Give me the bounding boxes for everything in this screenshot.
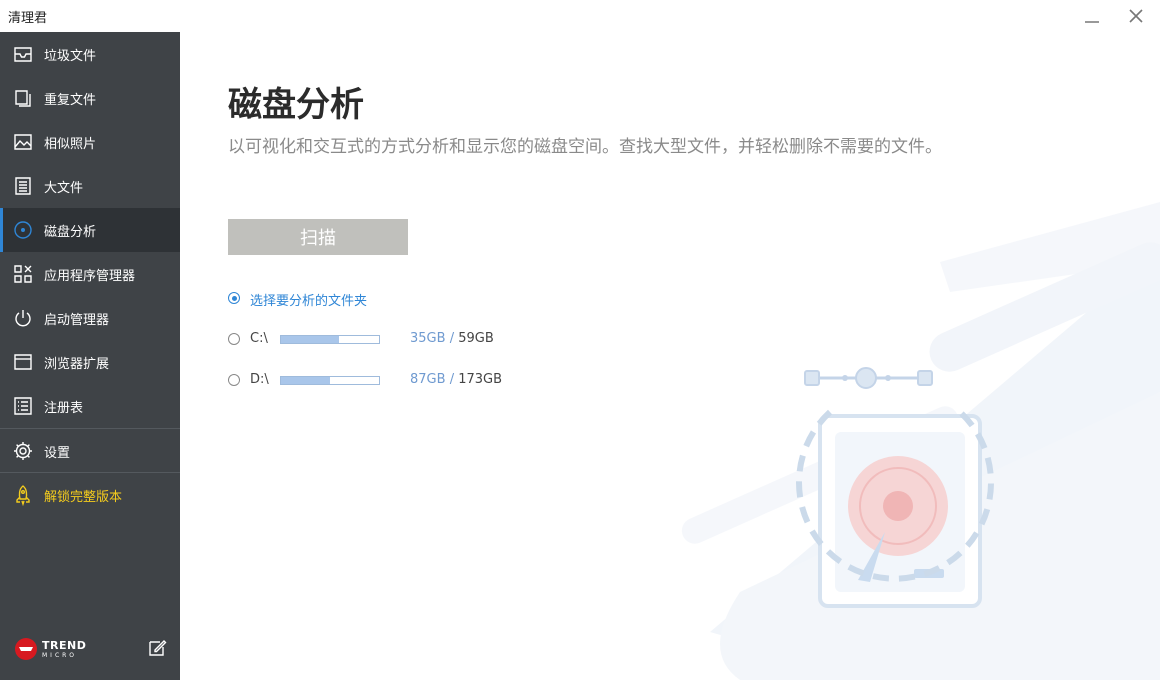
scan-button[interactable]: 扫描: [228, 219, 408, 255]
drive-usage-separator: /: [449, 331, 455, 346]
sidebar-item-label: 启动管理器: [44, 313, 110, 328]
drive-usage-fill: [281, 377, 330, 384]
trend-micro-logo-icon: [15, 638, 37, 660]
sidebar-item-label: 解锁完整版本: [44, 490, 123, 505]
drive-used: 87GB: [410, 372, 446, 387]
radio-button[interactable]: [228, 292, 240, 304]
sidebar-item-label: 重复文件: [44, 93, 97, 108]
sidebar-item-disk-analysis[interactable]: 磁盘分析: [0, 208, 180, 252]
sidebar-item-label: 应用程序管理器: [44, 269, 136, 284]
sidebar-item-label: 大文件: [44, 181, 84, 196]
drive-usage-text: 35GB / 59GB: [410, 331, 494, 346]
photo-icon: [14, 134, 32, 150]
minimize-icon: [1085, 21, 1099, 23]
page-title: 磁盘分析: [228, 85, 364, 125]
sidebar-item-browser-extensions[interactable]: 浏览器扩展: [0, 340, 180, 384]
radio-button[interactable]: [228, 374, 240, 386]
radio-button[interactable]: [228, 333, 240, 345]
browser-window-icon: [14, 354, 32, 370]
drive-total: 59GB: [458, 331, 494, 346]
sidebar-item-similar-photos[interactable]: 相似照片: [0, 120, 180, 164]
drive-used: 35GB: [410, 331, 446, 346]
sidebar-item-label: 垃圾文件: [44, 49, 97, 64]
duplicate-icon: [15, 90, 31, 107]
trend-micro-logo: TREND MICRO: [14, 634, 86, 664]
drive-total: 173GB: [458, 372, 503, 387]
drive-usage-bar: [280, 335, 380, 344]
sidebar-item-unlock-full-version[interactable]: 解锁完整版本: [0, 473, 180, 517]
feedback-button[interactable]: [146, 637, 168, 659]
minimize-button[interactable]: [1078, 4, 1106, 28]
disk-icon: [14, 221, 32, 239]
brand-line2: MICRO: [42, 651, 78, 659]
sidebar-item-registry[interactable]: 注册表: [0, 384, 180, 428]
inbox-tray-icon: [14, 47, 32, 62]
rocket-icon: [16, 485, 30, 506]
list-icon: [14, 397, 32, 415]
sidebar-item-settings[interactable]: 设置: [0, 429, 180, 473]
sidebar-item-junk-files[interactable]: 垃圾文件: [0, 32, 180, 76]
drive-usage-separator: /: [449, 372, 455, 387]
sidebar-item-label: 磁盘分析: [44, 225, 97, 240]
drive-usage-bar: [280, 376, 380, 385]
brand-line1: TREND: [42, 638, 87, 652]
sidebar-item-label: 设置: [44, 446, 71, 461]
drive-label: C:\: [250, 331, 268, 346]
sidebar-item-duplicate-files[interactable]: 重复文件: [0, 76, 180, 120]
drive-label: D:\: [250, 372, 269, 387]
main-content: 磁盘分析 以可视化和交互式的方式分析和显示您的磁盘空间。查找大型文件，并轻松删除…: [180, 32, 1160, 680]
sidebar-item-label: 相似照片: [44, 137, 97, 152]
drive-usage-text: 87GB / 173GB: [410, 372, 502, 387]
sidebar: 垃圾文件 重复文件 相似照片 大文件 磁盘分析 应用程序管理器 启动管理器 浏览…: [0, 32, 180, 680]
sidebar-item-label: 浏览器扩展: [44, 357, 110, 372]
sidebar-item-app-manager[interactable]: 应用程序管理器: [0, 252, 180, 296]
close-icon: [1129, 9, 1143, 23]
sidebar-item-large-files[interactable]: 大文件: [0, 164, 180, 208]
app-title: 清理君: [8, 11, 48, 26]
apps-grid-icon: [14, 265, 32, 283]
page-subtitle: 以可视化和交互式的方式分析和显示您的磁盘空间。查找大型文件，并轻松删除不需要的文…: [228, 137, 942, 157]
power-icon: [15, 310, 31, 327]
drive-usage-fill: [281, 336, 339, 343]
title-bar: 清理君: [0, 0, 1160, 32]
gear-icon: [14, 442, 32, 460]
option-label: 选择要分析的文件夹: [250, 294, 368, 309]
sidebar-item-label: 注册表: [44, 401, 84, 416]
app-window: 清理君 垃圾文件 重复文件 相似照片 大文件 磁盘分析 应用程序管理器 启动管理…: [0, 0, 1160, 680]
close-button[interactable]: [1122, 4, 1150, 28]
disk-illustration: [681, 202, 1160, 680]
edit-icon: [149, 640, 167, 656]
sidebar-item-startup-manager[interactable]: 启动管理器: [0, 296, 180, 340]
document-lines-icon: [15, 177, 31, 195]
